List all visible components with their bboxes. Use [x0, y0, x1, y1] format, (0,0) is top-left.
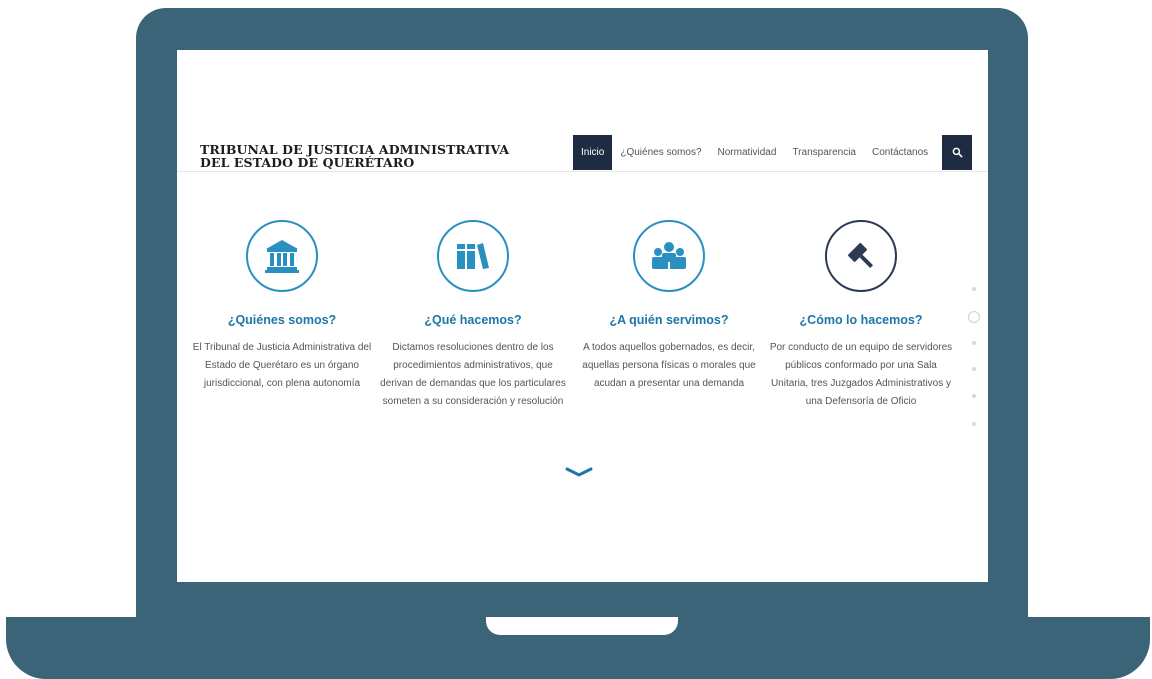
scroll-down-button[interactable] — [565, 462, 593, 481]
site-logo[interactable]: TRIBUNAL DE JUSTICIA ADMINISTRATIVA DEL … — [200, 143, 509, 169]
website-screen: TRIBUNAL DE JUSTICIA ADMINISTRATIVA DEL … — [177, 50, 988, 582]
search-button[interactable] — [942, 135, 973, 170]
feature-title[interactable]: ¿Quiénes somos? — [187, 313, 377, 327]
feature-quienes-somos: ¿Quiénes somos? El Tribunal de Justicia … — [187, 220, 377, 393]
feature-icon-circle[interactable] — [825, 220, 897, 292]
feature-title[interactable]: ¿A quién servimos? — [574, 313, 764, 327]
nav-item-inicio[interactable]: Inicio — [573, 135, 613, 170]
pager-dot-active[interactable] — [968, 311, 980, 323]
gavel-icon — [847, 242, 874, 269]
feature-icon-circle[interactable] — [437, 220, 509, 292]
feature-title[interactable]: ¿Qué hacemos? — [378, 313, 568, 327]
feature-title[interactable]: ¿Cómo lo hacemos? — [766, 313, 956, 327]
feature-que-hacemos: ¿Qué hacemos? Dictamos resoluciones dent… — [378, 220, 568, 411]
feature-a-quien-servimos: ¿A quién servimos? A todos aquellos gobe… — [574, 220, 764, 393]
pager-dot[interactable] — [972, 367, 976, 371]
feature-text: Por conducto de un equipo de servidores … — [769, 342, 953, 407]
pager-dot[interactable] — [972, 287, 976, 291]
laptop-notch — [486, 617, 678, 635]
feature-icon-circle[interactable] — [246, 220, 318, 292]
chevron-down-icon — [565, 467, 593, 477]
feature-como-lo-hacemos: ¿Cómo lo hacemos? Por conducto de un equ… — [766, 220, 956, 411]
feature-text: El Tribunal de Justicia Administrativa d… — [192, 342, 372, 389]
nav-item-quienes-somos[interactable]: ¿Quiénes somos? — [612, 135, 709, 170]
books-icon — [457, 243, 489, 269]
pager-dot[interactable] — [972, 394, 976, 398]
logo-line-2: DEL ESTADO DE QUERÉTARO — [200, 155, 415, 170]
pager-dot[interactable] — [972, 341, 976, 345]
people-icon — [652, 242, 686, 269]
main-nav: Inicio ¿Quiénes somos? Normatividad Tran… — [573, 135, 973, 170]
pager-dot[interactable] — [972, 422, 976, 426]
nav-item-transparencia[interactable]: Transparencia — [784, 135, 864, 170]
courthouse-icon — [265, 240, 299, 273]
feature-text: A todos aquellos gobernados, es decir, a… — [582, 342, 756, 389]
search-icon — [952, 147, 963, 158]
nav-item-contactanos[interactable]: Contáctanos — [864, 135, 936, 170]
feature-text: Dictamos resoluciones dentro de los proc… — [380, 342, 566, 407]
feature-icon-circle[interactable] — [633, 220, 705, 292]
nav-item-normatividad[interactable]: Normatividad — [710, 135, 785, 170]
